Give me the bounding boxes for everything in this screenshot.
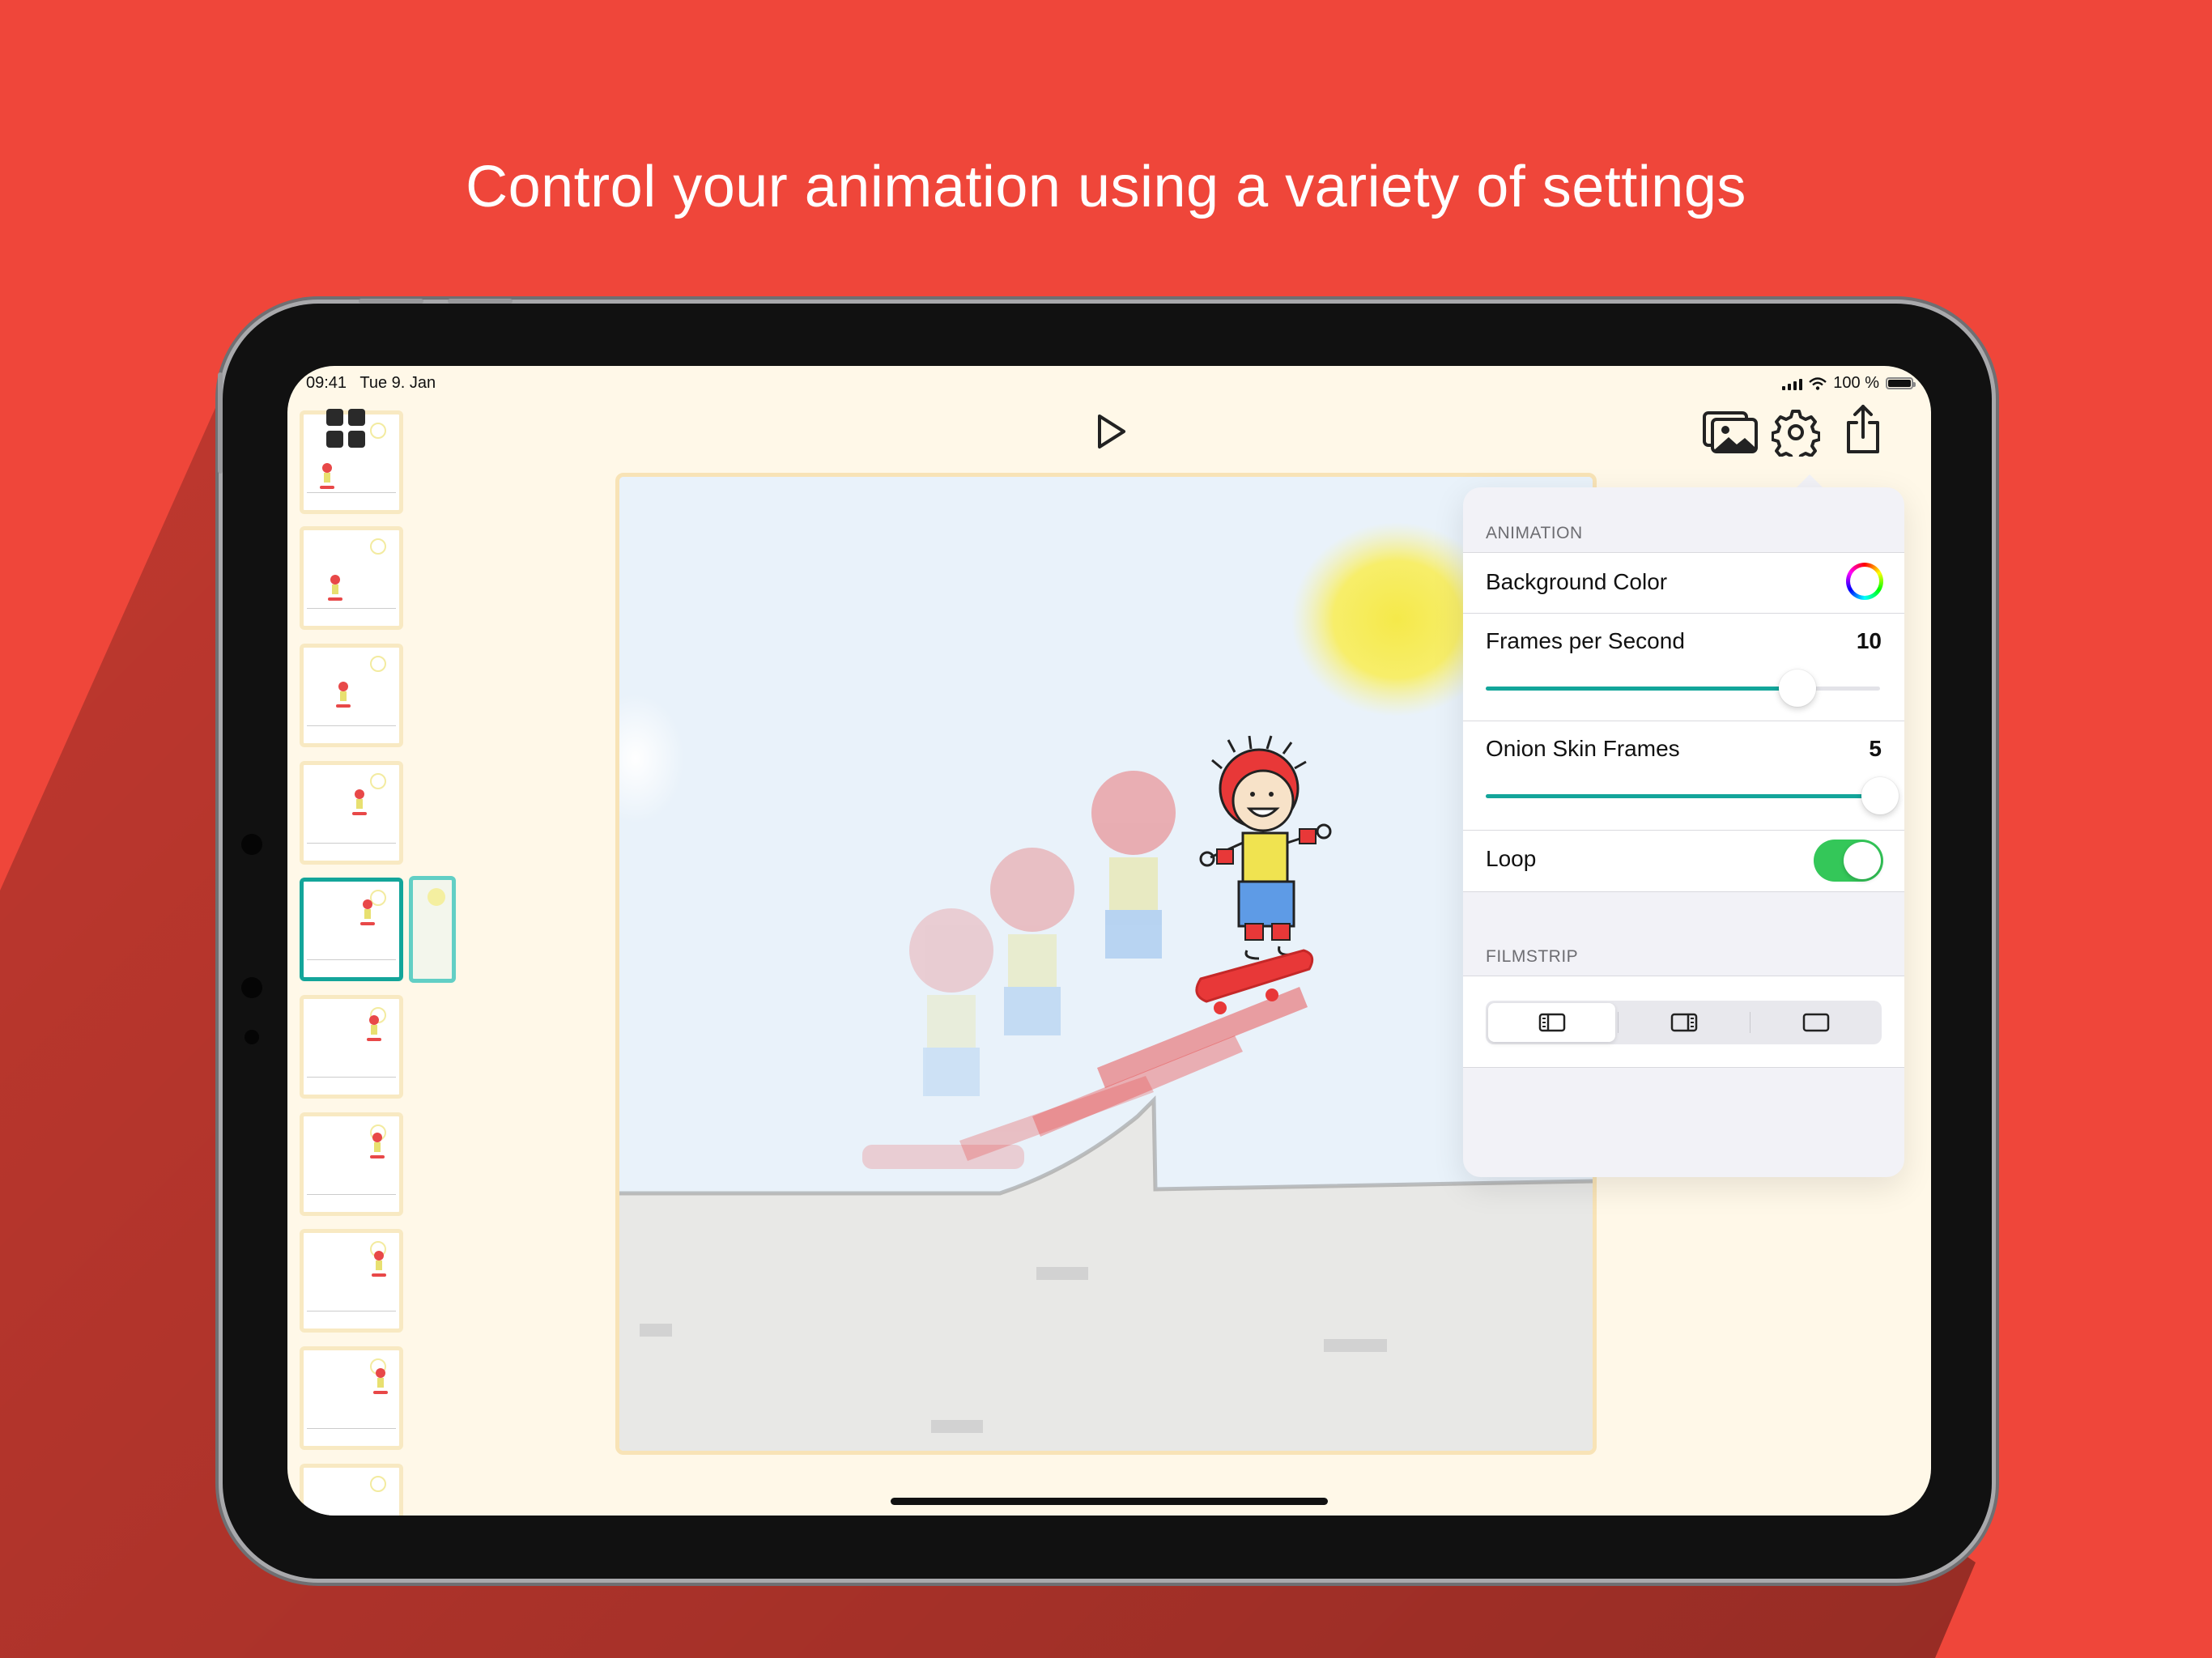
headline: Control your animation using a variety o…	[466, 155, 1746, 219]
onion-skin-value: 5	[1869, 736, 1882, 761]
frame-thumbnail[interactable]	[300, 1112, 403, 1216]
left-sidebar-icon	[1538, 1013, 1565, 1032]
battery-percent: 100 %	[1833, 374, 1879, 392]
battery-icon	[1886, 377, 1916, 389]
frame-thumbnail[interactable]	[300, 1346, 403, 1450]
status-time: 09:41	[306, 374, 347, 392]
filmstrip-settings-group	[1463, 976, 1904, 1068]
row-separator	[1463, 613, 1904, 614]
app-screen: 09:41 Tue 9. Jan 100 % ANIMATION Backgro…	[287, 366, 1931, 1516]
play-button[interactable]	[1093, 411, 1129, 452]
frame-preview-next	[409, 876, 456, 983]
gallery-button[interactable]	[1703, 408, 1759, 455]
settings-popover: ANIMATION Background Color Frames per Se…	[1463, 487, 1904, 1177]
cellular-icon	[1782, 377, 1803, 390]
share-button[interactable]	[1844, 403, 1882, 455]
animation-settings-group: Background Color Frames per Second 10 On…	[1463, 552, 1904, 892]
filmstrip-right-option[interactable]	[1620, 1003, 1747, 1042]
loop-toggle[interactable]	[1814, 840, 1883, 882]
onion-skin-label: Onion Skin Frames	[1486, 736, 1680, 761]
row-separator	[1463, 830, 1904, 831]
settings-gear-button[interactable]	[1772, 408, 1820, 457]
segment-divider	[1618, 1012, 1619, 1033]
wifi-icon	[1809, 376, 1827, 390]
frame-thumbnail[interactable]	[300, 526, 403, 630]
animation-drawing	[619, 477, 1593, 1451]
sensor-dot	[245, 1030, 259, 1044]
slider-thumb[interactable]	[1778, 670, 1816, 707]
color-well[interactable]	[1846, 563, 1883, 600]
frames-grid-button[interactable]	[326, 409, 367, 448]
loop-label: Loop	[1486, 846, 1537, 871]
background-color-label: Background Color	[1486, 569, 1668, 594]
popover-arrow	[1795, 474, 1824, 489]
filmstrip-section-header: FILMSTRIP	[1486, 947, 1579, 966]
slider-thumb[interactable]	[1861, 777, 1899, 814]
frame-thumbnail[interactable]	[300, 761, 403, 865]
status-indicators: 100 %	[1782, 374, 1916, 393]
camera-dot	[241, 834, 262, 855]
frame-thumbnail[interactable]	[300, 1464, 403, 1516]
home-indicator	[891, 1498, 1328, 1505]
grid-icon	[326, 409, 343, 426]
frame-thumbnail[interactable]	[300, 995, 403, 1099]
status-date: Tue 9. Jan	[359, 374, 436, 392]
volume-button	[448, 299, 513, 304]
fps-value: 10	[1856, 628, 1882, 653]
no-sidebar-icon	[1802, 1013, 1829, 1032]
status-time-date: 09:41 Tue 9. Jan	[306, 374, 436, 393]
camera-dot	[241, 977, 262, 998]
filmstrip-hidden-option[interactable]	[1752, 1003, 1879, 1042]
frame-thumbnail[interactable]	[300, 644, 403, 747]
frame-thumbnail[interactable]	[300, 1229, 403, 1333]
animation-section-header: ANIMATION	[1486, 524, 1583, 542]
volume-button	[359, 299, 423, 304]
fps-slider[interactable]	[1486, 670, 1880, 707]
onion-skin-slider[interactable]	[1486, 777, 1899, 814]
drawing-canvas[interactable]	[615, 473, 1597, 1455]
filmstrip-left-option[interactable]	[1488, 1003, 1615, 1042]
fps-label: Frames per Second	[1486, 628, 1685, 653]
right-sidebar-icon	[1670, 1013, 1697, 1032]
frame-thumbnail-selected[interactable]	[300, 878, 403, 981]
filmstrip-position-control	[1486, 1001, 1882, 1044]
side-button	[218, 372, 223, 474]
